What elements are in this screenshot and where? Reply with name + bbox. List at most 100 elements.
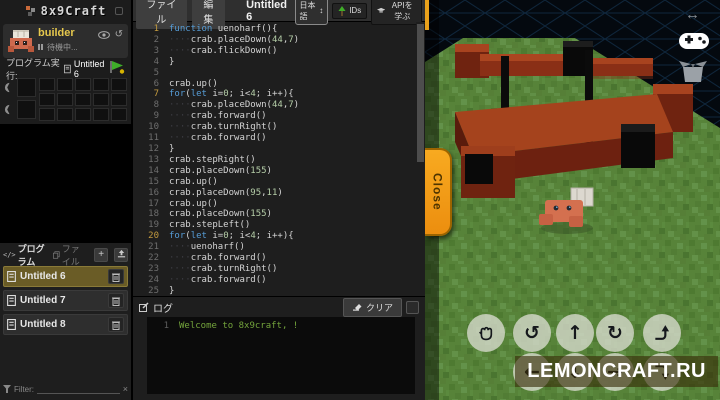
language-select[interactable]: 日本語 ↕ <box>294 0 329 25</box>
resize-icon[interactable]: ↔ <box>685 6 700 23</box>
code-text: } <box>169 285 175 296</box>
editor-scrollbar[interactable] <box>416 22 425 296</box>
inventory-slot[interactable] <box>111 108 127 121</box>
code-text: crab.up() <box>169 176 218 187</box>
filter-label: Filter: <box>14 384 34 394</box>
tab-programs[interactable]: </> プログラム <box>3 242 47 268</box>
inventory-slot[interactable] <box>17 78 36 97</box>
code-line: 11 ····crab.forward() <box>133 133 425 144</box>
delete-program-button[interactable] <box>108 293 124 308</box>
inventory-slot[interactable] <box>75 78 91 91</box>
sidebar: 8x9Craft builder 待機中... ↺ プログラム実行: Untit… <box>0 0 133 400</box>
code-line: 17 crab.up() <box>133 199 425 210</box>
delete-program-button[interactable] <box>108 269 124 284</box>
filter-input[interactable] <box>37 384 120 394</box>
ids-label: IDs <box>349 6 362 15</box>
pause-icon <box>38 43 44 52</box>
inventory-slot[interactable] <box>111 93 127 106</box>
code-line: 19 crab.stepLeft() <box>133 220 425 231</box>
run-flag-button[interactable] <box>109 60 125 77</box>
code-line: 7 for(let i=0; i<4; i++){ <box>133 89 425 100</box>
clear-log-button[interactable]: クリア <box>342 297 402 317</box>
code-text: ····crab.forward() <box>169 133 267 144</box>
code-text: crab.up() <box>169 198 218 209</box>
tab-programs-label: プログラム <box>17 243 45 267</box>
code-line: 9 ····crab.forward() <box>133 111 425 122</box>
collapse-sidebar-icon[interactable] <box>115 7 123 15</box>
delete-program-button[interactable] <box>108 317 124 332</box>
robot-card[interactable]: builder 待機中... ↺ <box>3 24 128 58</box>
eraser-icon <box>352 304 362 311</box>
add-program-button[interactable]: + <box>94 247 109 262</box>
upload-program-button[interactable] <box>114 247 128 262</box>
code-text: ····crab.turnRight() <box>169 122 278 133</box>
inventory-slot[interactable] <box>93 78 109 91</box>
learn-api-button[interactable]: APIを学ぶ <box>371 0 422 25</box>
inventory-slot[interactable] <box>111 78 127 91</box>
move-up-button[interactable] <box>643 314 681 352</box>
line-number: 4 <box>153 56 159 67</box>
inventory-slot[interactable] <box>39 78 55 91</box>
code-line: 6 crab.up() <box>133 79 425 90</box>
trash-icon <box>112 297 120 306</box>
move-forward-button[interactable]: ↑ <box>556 314 594 352</box>
filter-row: Filter: × <box>3 381 128 397</box>
game-viewport[interactable]: Close ↔ ↺ ↑ ↻ ← <box>425 0 720 400</box>
program-item[interactable]: Untitled 8 <box>3 314 128 335</box>
close-panel-tab[interactable]: Close <box>425 148 452 236</box>
language-value: 日本語 <box>299 0 316 21</box>
code-line: 16 crab.placeDown(95,11) <box>133 188 425 199</box>
inventory-slot[interactable] <box>17 100 36 119</box>
robot-avatar <box>8 30 34 52</box>
line-number: 2 <box>153 34 159 45</box>
line-number: 14 <box>148 165 159 176</box>
rotate-left-button[interactable]: ↺ <box>513 314 551 352</box>
gamepad-icon[interactable] <box>678 30 710 52</box>
inventory-slot[interactable] <box>57 78 73 91</box>
hand-button[interactable] <box>467 314 505 352</box>
code-line: 15 crab.up() <box>133 177 425 188</box>
eye-icon[interactable] <box>97 30 110 39</box>
claw-icon <box>4 104 10 115</box>
scrollbar-thumb[interactable] <box>417 24 424 162</box>
code-editor[interactable]: 1 function uenoharf(){2 ····crab.placeDown… <box>133 22 425 296</box>
upload-icon <box>117 249 125 257</box>
code-text: ····crab.forward() <box>169 253 267 264</box>
inventory-slot[interactable] <box>93 108 109 121</box>
refresh-icon[interactable]: ↺ <box>115 29 123 40</box>
inventory-slot[interactable] <box>75 93 91 106</box>
program-item-label: Untitled 6 <box>20 271 66 282</box>
tab-files[interactable]: ファイル <box>53 242 88 268</box>
program-list-panel: </> プログラム ファイル + Untitled 6 Untitled 7 U… <box>0 242 131 400</box>
program-item[interactable]: Untitled 6 <box>3 266 128 287</box>
program-item-label: Untitled 8 <box>20 319 66 330</box>
log-popout-icon[interactable] <box>406 300 419 314</box>
ids-button[interactable]: IDs <box>332 2 368 19</box>
box-icon[interactable] <box>679 58 707 84</box>
filter-clear-icon[interactable]: × <box>123 384 128 394</box>
robot-status-text: 待機中... <box>47 43 78 52</box>
code-line: 4} <box>133 57 425 68</box>
document-title: Untitled 6 <box>246 0 288 23</box>
code-text: ····crab.flickDown() <box>169 45 278 56</box>
code-text: crab.stepRight() <box>169 154 256 165</box>
inventory-slot[interactable] <box>57 93 73 106</box>
document-icon <box>7 319 16 330</box>
inventory-slot[interactable] <box>39 108 55 121</box>
line-number: 24 <box>148 274 159 285</box>
clear-log-label: クリア <box>365 302 393 313</box>
code-text: function uenoharf(){ <box>169 24 278 34</box>
inventory-slot[interactable] <box>39 93 55 106</box>
code-line: 24 ····crab.forward() <box>133 275 425 286</box>
program-item[interactable]: Untitled 7 <box>3 290 128 311</box>
app-window: 8x9Craft builder 待機中... ↺ プログラム実行: Untit… <box>0 0 720 400</box>
inventory-slot[interactable] <box>57 108 73 121</box>
line-number: 21 <box>148 242 159 253</box>
rotate-right-button[interactable]: ↻ <box>596 314 634 352</box>
document-icon <box>7 271 16 282</box>
inventory-slot[interactable] <box>75 108 91 121</box>
graduation-cap-icon <box>377 7 386 13</box>
log-panel: ログ クリア 1 Welcome to 8x9craft, ! <box>133 296 425 400</box>
inventory-slot[interactable] <box>93 93 109 106</box>
line-number: 3 <box>153 45 159 56</box>
